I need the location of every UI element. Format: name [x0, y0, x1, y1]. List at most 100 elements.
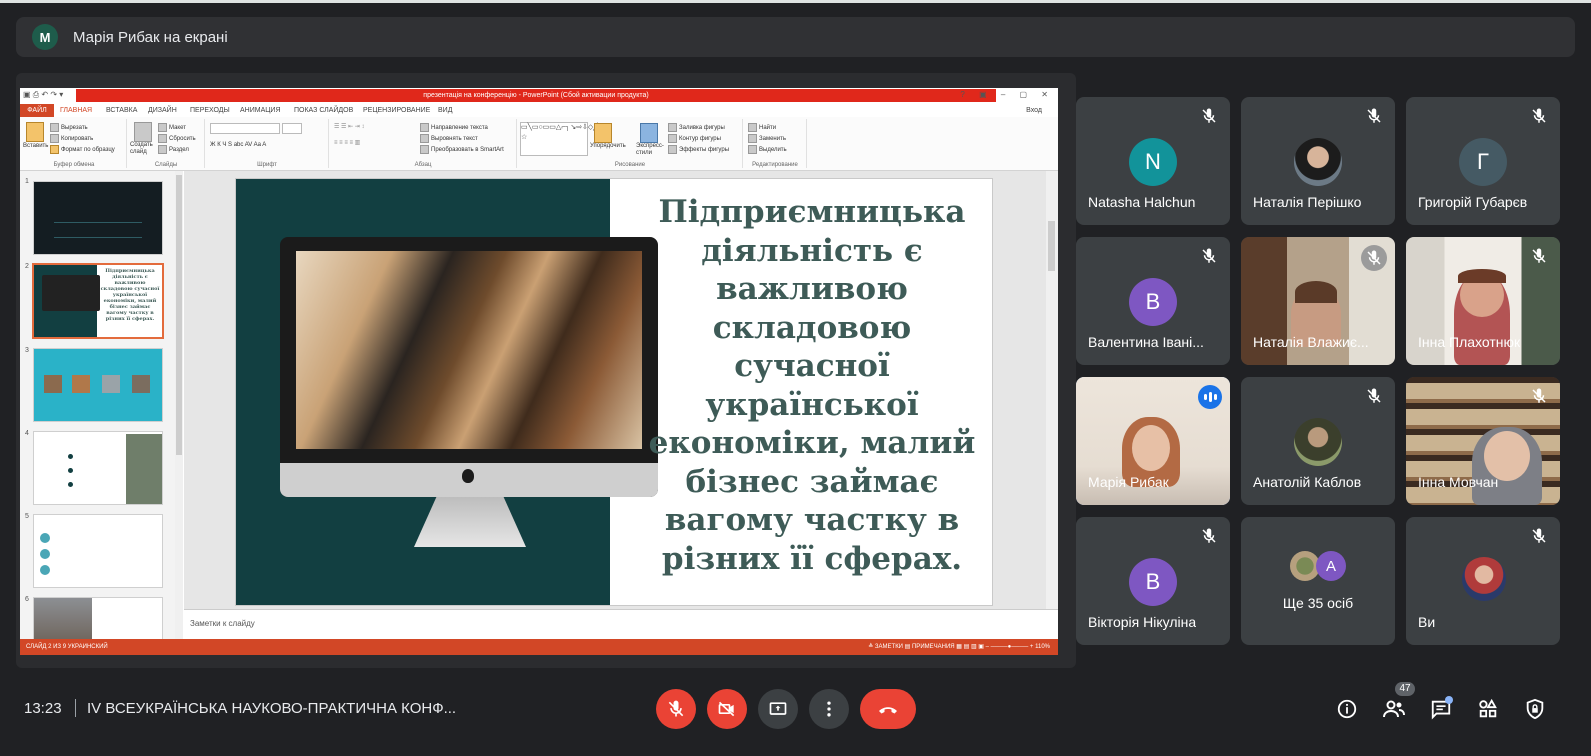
- fill-icon: [668, 123, 677, 132]
- layout-button[interactable]: Макет: [158, 123, 186, 132]
- monitor-photo: [296, 251, 642, 449]
- slides-caption: Слайды: [154, 162, 178, 168]
- ppt-window-title: презентація на конференцію - PowerPoint …: [76, 89, 996, 102]
- mic-off-icon: [1367, 250, 1381, 265]
- presenter-avatar: M: [32, 24, 58, 50]
- cut-button[interactable]: Вырезать: [50, 123, 88, 132]
- shapes-gallery[interactable]: ▭╲▭○▭▭△⌐┐↘⇨⇩◇╱⌒{}☆: [520, 122, 609, 156]
- paste-label[interactable]: Вставить: [23, 143, 48, 149]
- info-icon: [1337, 699, 1357, 719]
- tab-review[interactable]: РЕЦЕНЗИРОВАНИЕ: [363, 104, 430, 117]
- clipboard-caption: Буфер обмена: [53, 162, 95, 168]
- reset-button[interactable]: Сбросить: [158, 134, 196, 143]
- apple-logo-icon: [462, 469, 474, 483]
- tab-transitions[interactable]: ПЕРЕХОДЫ: [190, 104, 230, 117]
- quick-access-toolbar[interactable]: ▣ ⎙ ↶ ↷ ▾: [23, 90, 63, 100]
- slide-thumbnail-2[interactable]: Підприємницька діяльність є важливою скл…: [34, 265, 162, 337]
- host-controls-button[interactable]: [1521, 695, 1549, 723]
- slide-thumbnail-1[interactable]: [34, 182, 162, 254]
- copy-button[interactable]: Копировать: [50, 134, 93, 143]
- present-screen-button[interactable]: [758, 689, 798, 729]
- more-participants-tile[interactable]: A Ще 35 осіб: [1241, 517, 1395, 645]
- window-controls[interactable]: ? ▣ – ▢ ✕: [960, 90, 1054, 99]
- participant-name: Наталія Влажиє...: [1253, 334, 1369, 350]
- arrange-icon: [594, 123, 612, 143]
- participant-tile[interactable]: В Вікторія Нікуліна: [1076, 517, 1230, 645]
- avatar: В: [1129, 278, 1177, 326]
- slide-thumbnail-3[interactable]: [34, 349, 162, 421]
- align-buttons[interactable]: ≡ ≡ ≡ ≡ ▥: [334, 139, 360, 146]
- people-icon: [1383, 700, 1405, 718]
- arrange-button[interactable]: [594, 123, 614, 143]
- participant-tile[interactable]: Інна Плахотнюк: [1406, 237, 1560, 365]
- participant-tile[interactable]: Інна Мовчан: [1406, 377, 1560, 505]
- thumbnails-scrollbar[interactable]: [175, 171, 183, 639]
- find-button[interactable]: Найти: [748, 123, 776, 132]
- avatar: A: [1316, 551, 1346, 581]
- format-painter-button[interactable]: Формат по образцу: [50, 145, 115, 154]
- section-button[interactable]: Раздел: [158, 145, 189, 154]
- ppt-status-bar: СЛАЙД 2 ИЗ 9 УКРАИНСКИЙ ≜ ЗАМЕТКИ ▤ ПРИМ…: [20, 639, 1058, 655]
- participant-tile[interactable]: Анатолій Каблов: [1241, 377, 1395, 505]
- tab-animation[interactable]: АНИМАЦИЯ: [240, 104, 281, 117]
- current-slide[interactable]: Підприємницька діяльність є важливою скл…: [236, 179, 992, 605]
- participant-name: Анатолій Каблов: [1253, 474, 1362, 490]
- chat-button[interactable]: [1427, 695, 1455, 723]
- tab-file[interactable]: ФАЙЛ: [20, 104, 54, 117]
- camera-toggle-button[interactable]: [707, 689, 747, 729]
- replace-button[interactable]: Заменить: [748, 134, 786, 143]
- slide-thumbnail-4[interactable]: [34, 432, 162, 504]
- quick-styles-label[interactable]: Экспресс-стили: [636, 143, 664, 157]
- participant-tile[interactable]: Наталія Перішко: [1241, 97, 1395, 225]
- sign-in-link[interactable]: Вход: [1026, 104, 1042, 117]
- paste-button[interactable]: [26, 122, 46, 142]
- people-button[interactable]: [1380, 695, 1408, 723]
- slide-thumbnail-6[interactable]: [34, 598, 162, 639]
- smartart-button[interactable]: Преобразовать в SmartArt: [420, 145, 504, 154]
- tab-view[interactable]: ВИД: [438, 104, 452, 117]
- thumb-number: 6: [25, 596, 29, 603]
- tab-slideshow[interactable]: ПОКАЗ СЛАЙДОВ: [294, 104, 353, 117]
- new-slide-button[interactable]: [134, 122, 154, 142]
- participant-tile[interactable]: N Natasha Halchun: [1076, 97, 1230, 225]
- thumb-number: 2: [25, 263, 29, 270]
- binoculars-icon: [748, 123, 757, 132]
- new-slide-label[interactable]: Создать слайд: [130, 142, 156, 156]
- more-options-button[interactable]: [809, 689, 849, 729]
- font-format-buttons[interactable]: Ж К Ч S abc AV Aa A: [210, 142, 266, 148]
- notes-pane[interactable]: Заметки к слайду: [184, 609, 1058, 640]
- quick-styles-button[interactable]: [640, 123, 660, 143]
- participant-tile-speaking[interactable]: Марія Рибак: [1076, 377, 1230, 505]
- shape-effects-button[interactable]: Эффекты фигуры: [668, 145, 729, 154]
- thumb-number: 4: [25, 430, 29, 437]
- participant-tile[interactable]: Г Григорій Губарєв: [1406, 97, 1560, 225]
- slide-thumbnail-5[interactable]: [34, 515, 162, 587]
- self-tile[interactable]: Ви: [1406, 517, 1560, 645]
- leave-call-button[interactable]: [860, 689, 916, 729]
- activities-button[interactable]: [1474, 695, 1502, 723]
- shape-fill-button[interactable]: Заливка фигуры: [668, 123, 725, 132]
- participant-tile[interactable]: В Валентина Івані...: [1076, 237, 1230, 365]
- paste-icon: [26, 122, 44, 142]
- slide-scrollbar[interactable]: [1046, 171, 1058, 609]
- align-text-button[interactable]: Выровнять текст: [420, 134, 478, 143]
- participant-tile[interactable]: Наталія Влажиє...: [1241, 237, 1395, 365]
- top-edge: [0, 0, 1591, 3]
- font-size-select[interactable]: [282, 123, 302, 134]
- shape-outline-button[interactable]: Контур фигуры: [668, 134, 721, 143]
- text-direction-button[interactable]: Направление текста: [420, 123, 488, 132]
- notes-placeholder: Заметки к слайду: [190, 619, 255, 628]
- list-buttons[interactable]: ☰ ☰ ⇤ ⇥ ↕: [334, 123, 364, 130]
- mic-toggle-button[interactable]: [656, 689, 696, 729]
- participant-name: Інна Мовчан: [1418, 474, 1499, 490]
- presenter-banner-text: Марія Рибак на екрані: [73, 28, 228, 46]
- tab-design[interactable]: ДИЗАЙН: [148, 104, 177, 117]
- powerpoint-window: ▣ ⎙ ↶ ↷ ▾ презентація на конференцію - P…: [20, 88, 1058, 655]
- select-button[interactable]: Выделить: [748, 145, 787, 154]
- status-view-controls[interactable]: ≜ ЗАМЕТКИ ▤ ПРИМЕЧАНИЯ ▦ ▤ ▥ ▣ – ────●──…: [868, 639, 1050, 655]
- meeting-details-button[interactable]: [1333, 695, 1361, 723]
- arrange-label[interactable]: Упорядочить: [590, 143, 626, 149]
- tab-insert[interactable]: ВСТАВКА: [106, 104, 137, 117]
- scissors-icon: [50, 123, 59, 132]
- font-name-select[interactable]: [210, 123, 280, 134]
